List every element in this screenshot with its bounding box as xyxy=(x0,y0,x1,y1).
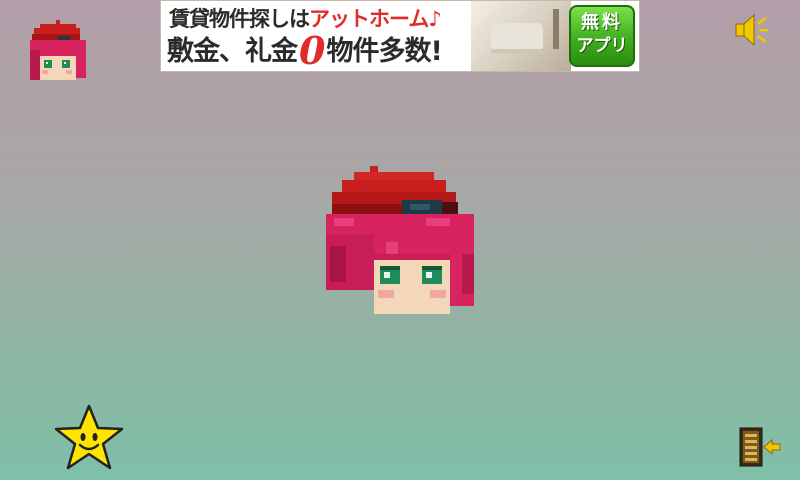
character-head-sprite xyxy=(326,166,474,314)
ad-banner[interactable]: 賃貸物件探しはアットホーム♪ 敷金、礼金0物件多数! 無料 アプリ xyxy=(160,0,640,72)
smiling-star-icon xyxy=(54,404,124,470)
star-button[interactable] xyxy=(54,404,124,472)
speaker-mute-icon xyxy=(735,13,768,47)
avatar-button[interactable] xyxy=(28,20,90,82)
ad-subline: 敷金、礼金0物件多数! xyxy=(167,28,443,72)
sound-toggle-button[interactable] xyxy=(733,12,771,48)
ad-photo-lamp xyxy=(553,9,559,49)
ad-free-app-button[interactable]: 無料 アプリ xyxy=(569,5,635,67)
character-sprite[interactable] xyxy=(326,166,476,314)
game-screen: 賃貸物件探しはアットホーム♪ 敷金、礼金0物件多数! 無料 アプリ xyxy=(0,0,800,480)
ad-room-photo xyxy=(471,1,571,71)
ad-headline-text: 賃貸物件探しは xyxy=(169,7,310,31)
ad-brand-text: アットホーム♪ xyxy=(309,7,442,31)
ad-photo-sofa xyxy=(491,23,543,49)
ad-subline-text-1: 敷金、礼金 xyxy=(167,36,298,67)
exit-door-icon xyxy=(739,427,781,467)
exit-button[interactable] xyxy=(736,424,782,470)
ad-app-label: アプリ xyxy=(576,36,628,56)
ad-zero-text: 0 xyxy=(299,28,325,72)
character-head-icon xyxy=(30,20,86,80)
ad-free-label: 無料 xyxy=(581,12,623,33)
ad-subline-text-2: 物件多数! xyxy=(326,36,442,67)
